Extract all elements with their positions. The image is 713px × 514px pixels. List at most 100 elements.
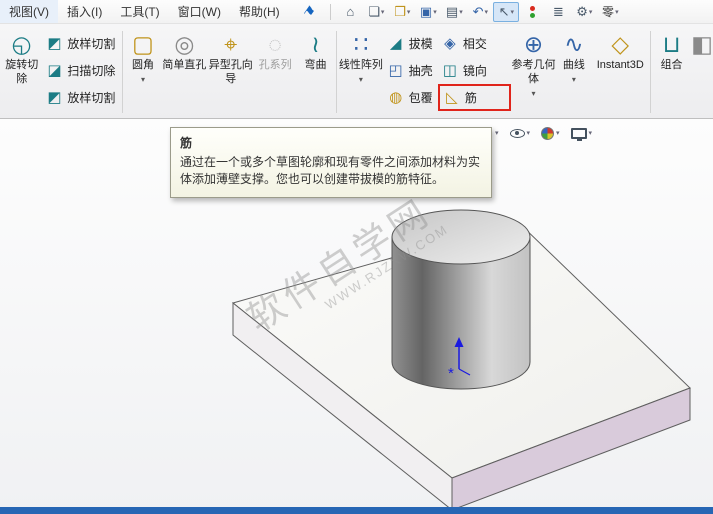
- intersect-button[interactable]: ◈ 相交: [438, 30, 511, 57]
- shell-label: 抽壳: [409, 62, 433, 79]
- tooltip-title: 筋: [180, 134, 482, 151]
- instant3d-icon: ◇: [611, 31, 629, 57]
- select-cursor-button[interactable]: ↖ ▾: [493, 2, 519, 22]
- menu-help[interactable]: 帮助(H): [230, 0, 289, 23]
- chevron-down-icon: ▾: [527, 129, 531, 137]
- menu-window[interactable]: 窗口(W): [169, 0, 230, 23]
- mirror-button[interactable]: ◫ 镜向: [438, 57, 511, 84]
- save-button[interactable]: ▣ ▾: [415, 2, 441, 22]
- menu-view[interactable]: 视图(V): [0, 0, 58, 23]
- chevron-down-icon: ▾: [589, 129, 593, 137]
- partial-label: 零: [602, 3, 614, 20]
- open-button[interactable]: ❒ ▾: [389, 2, 415, 22]
- loft-cut-button[interactable]: ◩ 放样切割: [42, 30, 121, 57]
- eye-icon: [510, 129, 525, 138]
- menu-tools[interactable]: 工具(T): [111, 0, 168, 23]
- draft-button[interactable]: ◢ 拔模: [384, 30, 438, 57]
- home-button[interactable]: ⌂: [337, 2, 363, 22]
- reference-geometry-label: 参考几何体: [511, 59, 556, 87]
- chevron-down-icon: ▾: [459, 8, 463, 16]
- reference-geometry-button[interactable]: ⊕ 参考几何体 ▾: [511, 26, 556, 118]
- file-properties-button[interactable]: 零 ▾: [597, 2, 623, 22]
- options-button[interactable]: ⚙ ▾: [571, 2, 597, 22]
- print-button[interactable]: ▤ ▾: [441, 2, 467, 22]
- evaluate-list-button[interactable]: ≣: [545, 2, 571, 22]
- new-document-button[interactable]: ❏ ▾: [363, 2, 389, 22]
- loft-cut-button-2[interactable]: ◩ 放样切割: [42, 84, 121, 111]
- open-folder-icon: ❒: [394, 5, 406, 18]
- flex-button[interactable]: ≀ 弯曲: [296, 26, 335, 118]
- origin-star: *: [448, 365, 454, 382]
- menu-insert[interactable]: 插入(I): [58, 0, 111, 23]
- wrap-button[interactable]: ◍ 包覆: [384, 84, 438, 111]
- linear-pattern-button[interactable]: ∷ 线性阵列 ▾: [338, 26, 383, 118]
- chevron-down-icon: ▾: [511, 8, 515, 16]
- intersect-label: 相交: [463, 35, 487, 52]
- loft-cut-label: 放样切割: [67, 35, 115, 52]
- mirror-icon: ◫: [441, 63, 459, 78]
- simple-hole-button[interactable]: ◎ 简单直孔: [162, 26, 207, 118]
- chevron-down-icon[interactable]: ▾: [359, 75, 363, 85]
- save-icon: ▣: [420, 5, 432, 18]
- pin-menu-icon[interactable]: ⚑: [299, 2, 318, 22]
- draft-label: 拔模: [409, 35, 433, 52]
- select-cursor-icon: ↖: [499, 5, 510, 18]
- features-ribbon: ◵ 旋转切除 ◩ 放样切割 ◪ 扫描切除 ◩ 放样切割 ▢ 圆角 ▾ ◎: [0, 24, 713, 119]
- intersect-icon: ◈: [441, 36, 459, 51]
- combine-label: 组合: [652, 59, 691, 73]
- hole-series-label: 孔系列: [254, 59, 295, 73]
- chevron-down-icon: ▾: [433, 8, 437, 16]
- combine-icon: ⊔: [663, 31, 681, 57]
- wrap-label: 包覆: [409, 89, 433, 106]
- chevron-down-icon: ▾: [556, 129, 560, 137]
- fillet-label: 圆角: [124, 59, 161, 73]
- hole-wizard-icon: ⌖: [224, 31, 237, 57]
- apply-scene-button[interactable]: ▾: [571, 128, 593, 139]
- chevron-down-icon[interactable]: ▾: [495, 129, 499, 137]
- hole-series-button: ◌ 孔系列: [254, 26, 295, 118]
- sweep-cut-button[interactable]: ◪ 扫描切除: [42, 57, 121, 84]
- reference-geometry-icon: ⊕: [524, 31, 543, 57]
- heads-up-toolbar: ▾ ▾ ▾ ▾: [495, 123, 592, 143]
- undo-button[interactable]: ↶ ▾: [467, 2, 493, 22]
- chevron-down-icon[interactable]: ▾: [531, 89, 535, 99]
- rib-tooltip: 筋 通过在一个或多个草图轮廓和现有零件之间添加材料为实体添加薄壁支撑。您也可以创…: [170, 127, 492, 198]
- divider: [650, 31, 651, 113]
- hide-show-items-button[interactable]: ▾: [510, 129, 531, 138]
- edit-appearance-button[interactable]: ▾: [541, 127, 560, 140]
- linear-pattern-icon: ∷: [354, 31, 369, 57]
- sweep-cut-icon: ◪: [45, 63, 63, 78]
- linear-pattern-label: 线性阵列: [338, 59, 383, 73]
- stoplight-button[interactable]: [519, 2, 545, 22]
- rotate-cut-label: 旋转切除: [1, 59, 42, 87]
- solidworks-window: 视图(V) 插入(I) 工具(T) 窗口(W) 帮助(H) ⚑ ⌂ ❏ ▾ ❒ …: [0, 0, 713, 514]
- hole-wizard-button[interactable]: ⌖ 异型孔向导: [207, 26, 254, 118]
- draft-shell-wrap-stack: ◢ 拔模 ◰ 抽壳 ◍ 包覆: [384, 26, 438, 118]
- tooltip-body: 通过在一个或多个草图轮廓和现有零件之间添加材料为实体添加薄壁支撑。您也可以创建带…: [180, 154, 482, 189]
- fillet-icon: ▢: [132, 31, 154, 57]
- combine-button[interactable]: ⊔ 组合: [652, 26, 691, 118]
- curves-button[interactable]: ∿ 曲线 ▾: [556, 26, 592, 118]
- hole-wizard-label: 异型孔向导: [207, 59, 254, 87]
- printer-icon: ▤: [446, 5, 458, 18]
- chevron-down-icon[interactable]: ▾: [572, 75, 576, 85]
- rib-icon: ◺: [443, 90, 461, 105]
- chevron-down-icon[interactable]: ▾: [141, 75, 145, 85]
- shell-button[interactable]: ◰ 抽壳: [384, 57, 438, 84]
- fillet-button[interactable]: ▢ 圆角 ▾: [124, 26, 161, 118]
- rotate-cut-button[interactable]: ◵ 旋转切除: [1, 26, 42, 118]
- intersect-mirror-rib-stack: ◈ 相交 ◫ 镜向 ◺ 筋: [438, 26, 511, 118]
- loft-cut-icon: ◩: [45, 36, 63, 51]
- loft-cut-label: 放样切割: [67, 89, 115, 106]
- monitor-icon: [571, 128, 587, 139]
- graphics-viewport[interactable]: ▾ ▾ ▾ ▾: [0, 119, 713, 514]
- mirror-label: 镜向: [463, 62, 487, 79]
- instant3d-button[interactable]: ◇ Instant3D: [592, 26, 649, 118]
- status-bar-strip: [0, 507, 713, 514]
- menu-bar: 视图(V) 插入(I) 工具(T) 窗口(W) 帮助(H) ⚑ ⌂ ❏ ▾ ❒ …: [0, 0, 713, 24]
- divider: [122, 31, 123, 113]
- sweep-cut-label: 扫描切除: [67, 62, 115, 79]
- flex-label: 弯曲: [296, 59, 335, 73]
- clipped-feature-button[interactable]: ◧: [691, 26, 713, 118]
- rib-button[interactable]: ◺ 筋: [438, 84, 511, 111]
